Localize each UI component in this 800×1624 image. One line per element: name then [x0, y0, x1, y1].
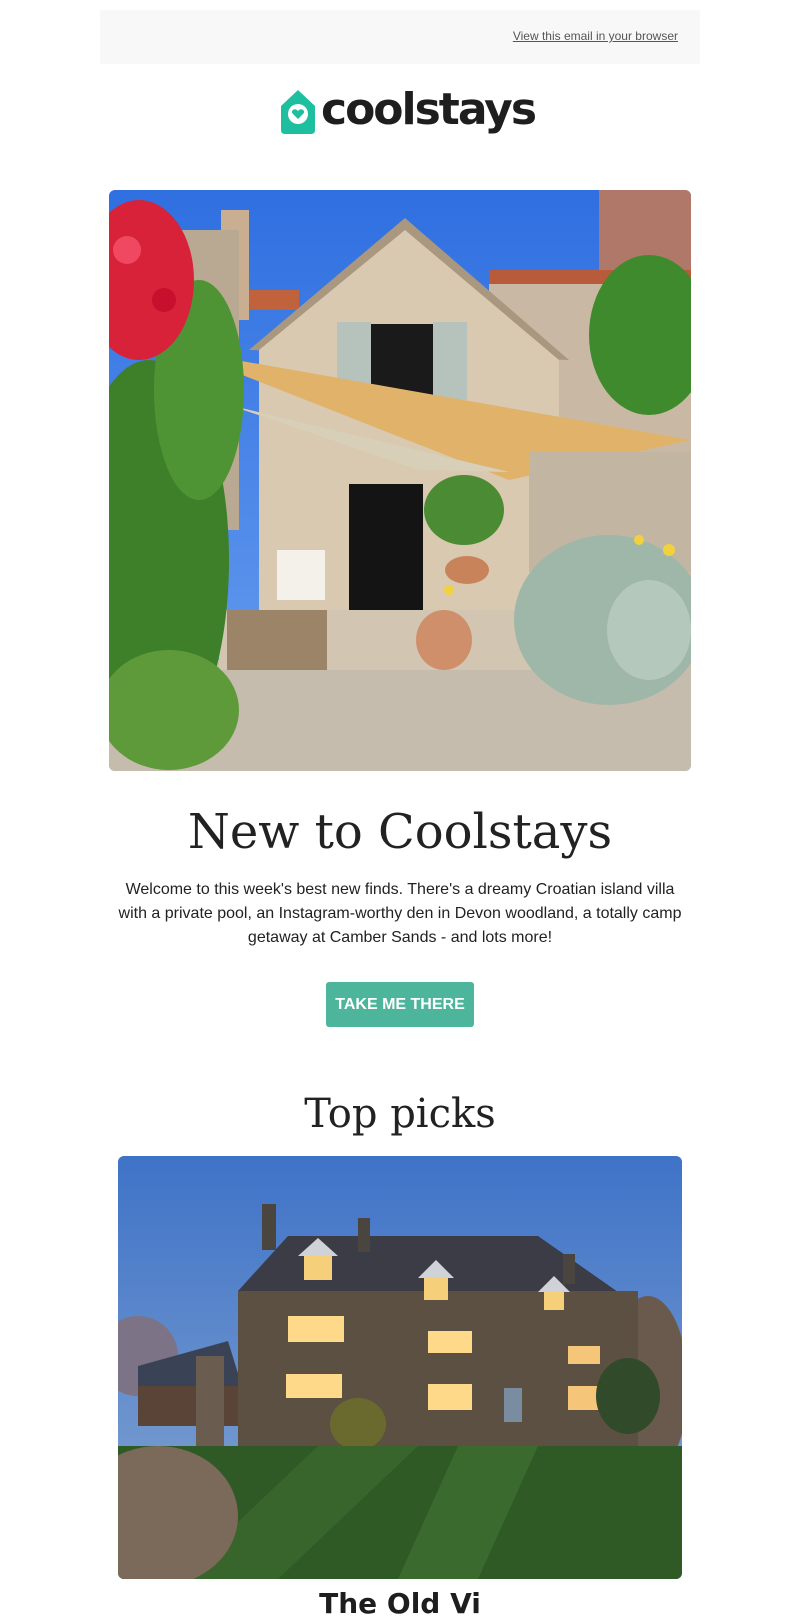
take-me-there-button[interactable]: TAKE ME THERE [326, 982, 474, 1027]
top-pick-title[interactable]: The Old Vi [0, 1584, 800, 1624]
hero-image[interactable] [109, 190, 691, 771]
view-in-browser-link[interactable]: View this email in your browser [513, 29, 678, 43]
hero-title: New to Coolstays [187, 804, 613, 860]
house-heart-icon [281, 90, 315, 134]
brand-name: coolstays [321, 84, 537, 135]
top-picks-heading: Top picks [304, 1091, 496, 1137]
hero-intro: Welcome to this week's best new finds. T… [118, 881, 682, 946]
email-preheader: View this email in your browser [100, 10, 700, 64]
top-pick-image[interactable] [118, 1156, 682, 1579]
coolstays-logo[interactable]: coolstays [278, 84, 537, 142]
